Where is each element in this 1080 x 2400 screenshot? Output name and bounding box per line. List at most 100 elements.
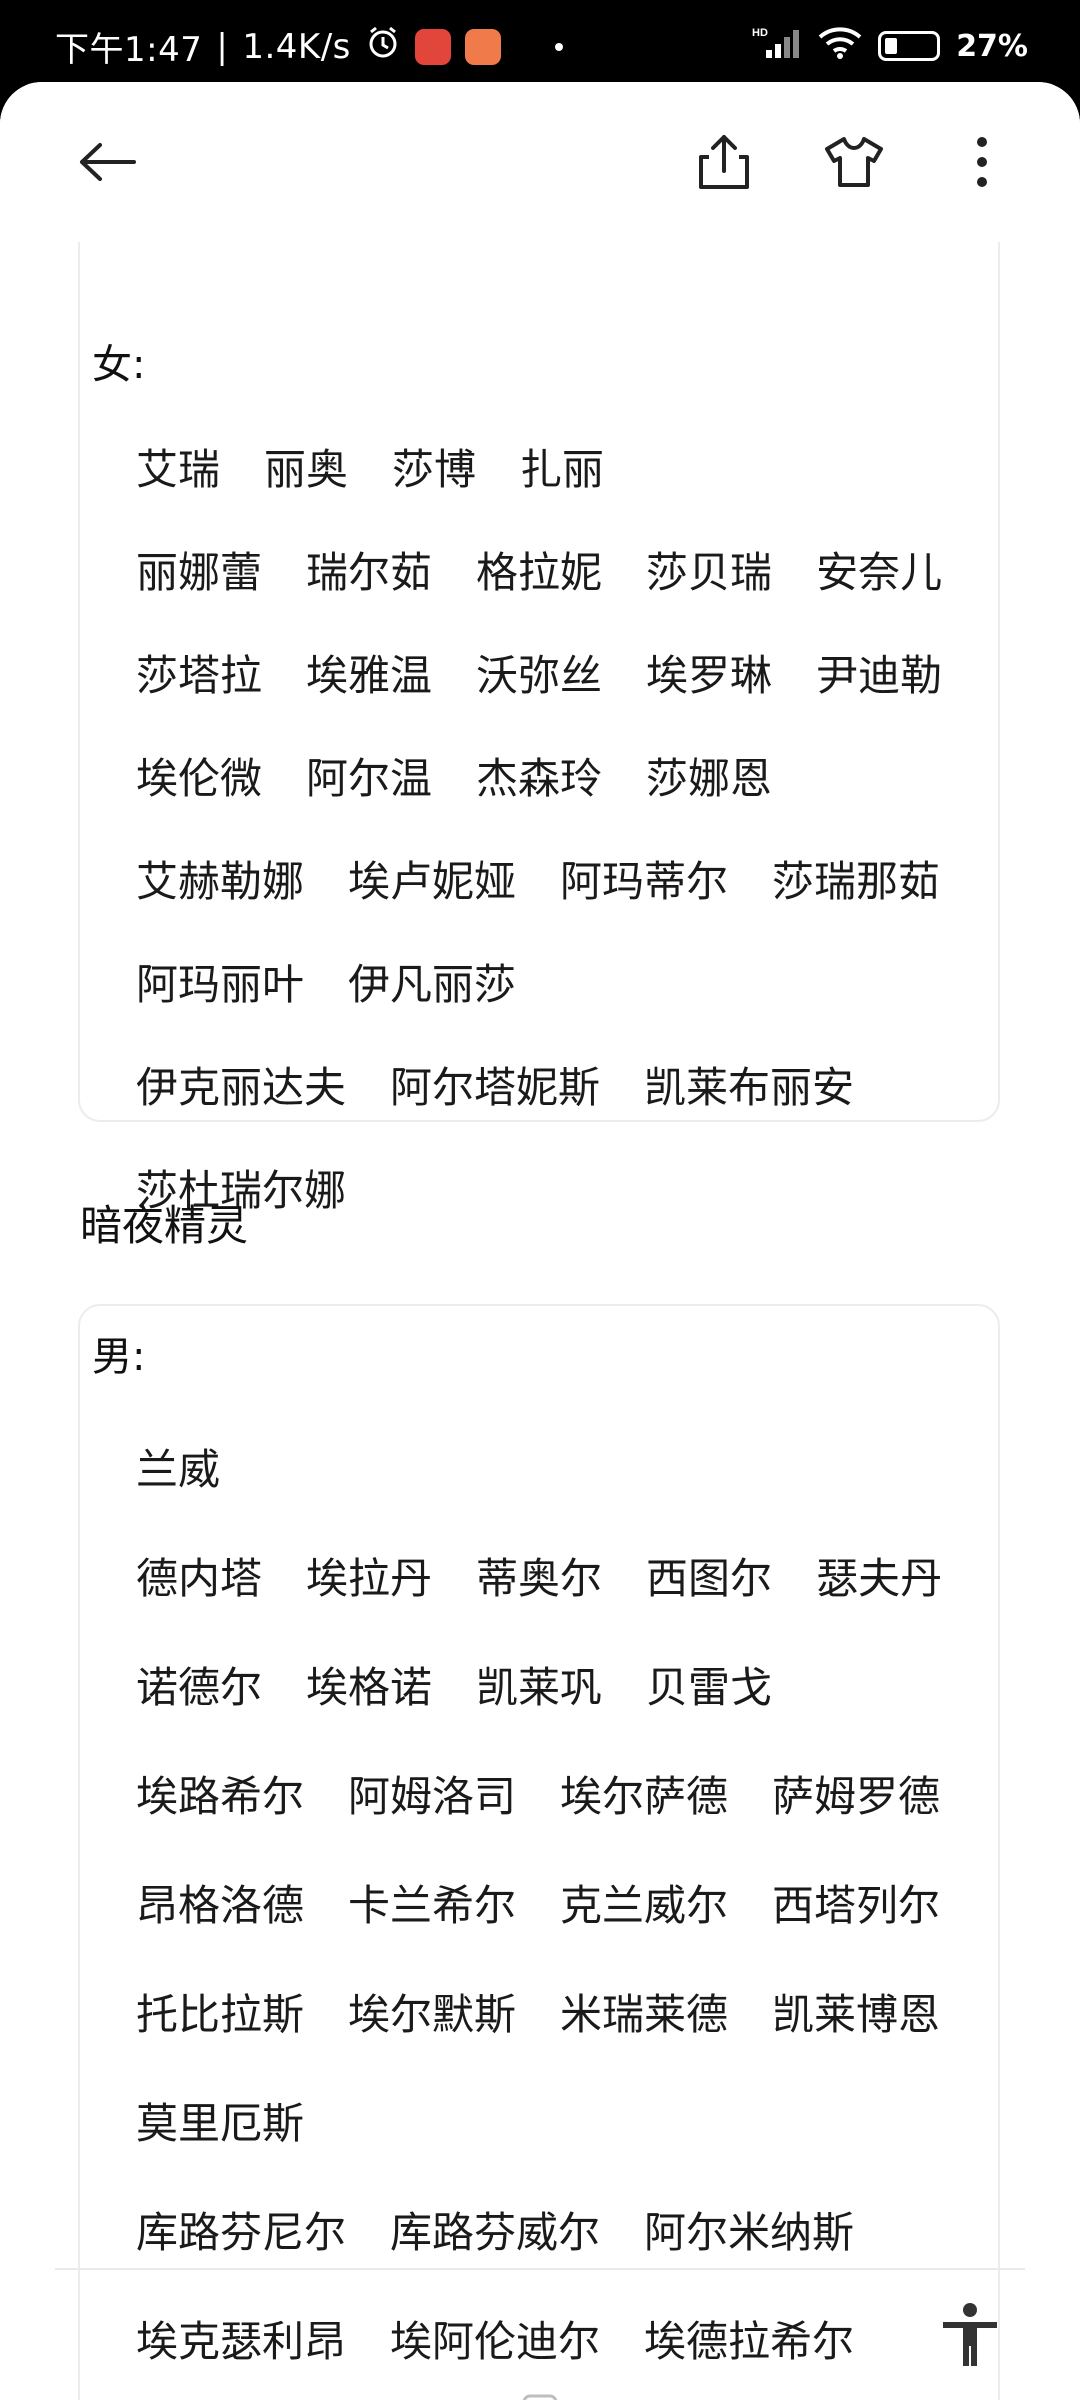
- svg-text:HD: HD: [752, 27, 768, 39]
- status-left: 下午1:47 | 1.4K/s: [55, 22, 563, 71]
- name-item: 埃尔萨德: [560, 1772, 729, 1821]
- male-names-card: 男: 兰威 德内塔 埃拉丹 蒂奥尔 西图尔 瑟夫丹 诺德尔 埃格诺 凯莱巩 贝雷戈 埃路希尔 阿姆洛司…: [78, 1304, 1000, 2400]
- female-label: 女:: [92, 342, 146, 388]
- name-item: 莎贝瑞: [646, 548, 773, 597]
- name-item: 库路芬尼尔: [136, 2208, 347, 2257]
- section-heading-dark-elf: 暗夜精灵: [80, 1201, 249, 1250]
- name-item: 埃罗琳: [646, 651, 773, 700]
- arrow-left-icon: [80, 143, 136, 181]
- name-item: 莎塔拉: [136, 651, 263, 700]
- name-item: 蒂奥尔: [476, 1554, 603, 1603]
- name-item: 莎娜恩: [646, 754, 773, 803]
- name-item: 兰威: [136, 1445, 221, 1494]
- name-item: 丽娜蕾: [136, 548, 263, 597]
- name-row: 阿玛丽叶 伊凡丽莎: [136, 951, 516, 1012]
- notification-dot-icon: [554, 42, 563, 51]
- name-item: 莫里厄斯: [136, 2099, 305, 2148]
- name-row: 埃路希尔 阿姆洛司 埃尔萨德 萨姆罗德: [136, 1763, 940, 1824]
- name-row: 莎塔拉 埃雅温 沃弥丝 埃罗琳 尹迪勒: [136, 642, 942, 703]
- name-row: 诺德尔 埃格诺 凯莱巩 贝雷戈: [136, 1654, 772, 1715]
- name-item: 沃弥丝: [476, 651, 603, 700]
- name-item: 埃克瑟利昂: [136, 2317, 347, 2366]
- shopping-app-icon: [464, 28, 501, 65]
- signal-icon: HD: [752, 24, 802, 68]
- name-item: 昂格洛德: [136, 1881, 305, 1930]
- name-item: 埃尔默斯: [348, 1990, 517, 2039]
- name-row: 托比拉斯 埃尔默斯 米瑞莱德 凯莱博恩: [136, 1981, 940, 2042]
- name-item: 伊克丽达夫: [136, 1063, 347, 1112]
- name-item: 莎博: [392, 445, 477, 494]
- status-divider: |: [216, 26, 229, 67]
- name-item: 瑟夫丹: [816, 1554, 943, 1603]
- name-item: 莎瑞那茹: [772, 857, 941, 906]
- name-item: 凯莱布丽安: [644, 1063, 855, 1112]
- status-right: HD 27%: [752, 24, 1028, 68]
- accessibility-icon[interactable]: [935, 2300, 1005, 2370]
- male-label: 男:: [92, 1334, 146, 1380]
- share-button[interactable]: [684, 122, 764, 202]
- name-item: 贝雷戈: [646, 1663, 773, 1712]
- name-item: 埃卢妮娅: [348, 857, 517, 906]
- name-item: 伊凡丽莎: [348, 960, 517, 1009]
- name-item: 克兰威尔: [560, 1881, 729, 1930]
- name-item: 凯莱巩: [476, 1663, 603, 1712]
- name-item: 杰森玲: [476, 754, 603, 803]
- name-item: 埃德拉希尔: [644, 2317, 855, 2366]
- name-row: 库路芬尼尔 库路芬威尔 阿尔米纳斯: [136, 2199, 854, 2260]
- alarm-icon: [365, 24, 401, 69]
- name-item: 阿尔米纳斯: [644, 2208, 855, 2257]
- more-options-button[interactable]: [942, 122, 1022, 202]
- name-item: 扎丽: [520, 445, 605, 494]
- bottom-divider: [55, 2268, 1025, 2270]
- name-row: 德内塔 埃拉丹 蒂奥尔 西图尔 瑟夫丹: [136, 1545, 942, 1606]
- theme-button[interactable]: [814, 122, 894, 202]
- name-item: 埃格诺: [306, 1663, 433, 1712]
- name-item: 埃阿伦迪尔: [390, 2317, 601, 2366]
- status-time: 下午1:47: [55, 30, 203, 70]
- status-bar: 下午1:47 | 1.4K/s HD 27%: [0, 0, 1080, 82]
- name-item: 库路芬威尔: [390, 2208, 601, 2257]
- name-item: 格拉妮: [476, 548, 603, 597]
- name-item: 阿尔塔妮斯: [390, 1063, 601, 1112]
- female-names-card: 女: 艾瑞 丽奥 莎博 扎丽 丽娜蕾 瑞尔茹 格拉妮 莎贝瑞 安奈儿 莎塔拉 埃雅温 沃弥丝 埃罗琳 尹迪…: [78, 212, 1000, 1215]
- name-item: 埃拉丹: [306, 1554, 433, 1603]
- name-item: 凯莱博恩: [772, 1990, 941, 2039]
- name-item: 埃路希尔: [136, 1772, 305, 1821]
- app-notification-icon: [414, 28, 451, 65]
- network-speed: 1.4K/s: [242, 26, 351, 67]
- tshirt-icon: [825, 137, 883, 187]
- name-row: 莫里厄斯: [136, 2090, 304, 2151]
- name-item: 尹迪勒: [816, 651, 943, 700]
- name-item: 托比拉斯: [136, 1990, 305, 2039]
- name-item: 瑞尔茹: [306, 548, 433, 597]
- name-item: 丽奥: [264, 445, 349, 494]
- wifi-icon: [818, 25, 862, 67]
- name-item: 萨姆罗德: [772, 1772, 941, 1821]
- battery-level-fill: [885, 38, 898, 54]
- more-vertical-icon: [977, 137, 987, 187]
- battery-icon: [878, 31, 941, 61]
- home-hint-icon: [522, 2394, 558, 2400]
- name-row: 艾赫勒娜 埃卢妮娅 阿玛蒂尔 莎瑞那茹: [136, 848, 940, 909]
- name-row: 艾瑞 丽奥 莎博 扎丽: [136, 436, 604, 497]
- name-row: 丽娜蕾 瑞尔茹 格拉妮 莎贝瑞 安奈儿: [136, 539, 942, 600]
- back-button[interactable]: [68, 122, 148, 202]
- name-item: 艾瑞: [136, 445, 221, 494]
- page: 女: 艾瑞 丽奥 莎博 扎丽 丽娜蕾 瑞尔茹 格拉妮 莎贝瑞 安奈儿 莎塔拉 埃雅温 沃弥丝 埃罗琳 尹迪…: [0, 82, 1080, 2400]
- top-toolbar: [0, 82, 1080, 242]
- name-row: 埃克瑟利昂 埃阿伦迪尔 埃德拉希尔: [136, 2308, 854, 2369]
- name-item: 西图尔: [646, 1554, 773, 1603]
- name-item: 埃伦微: [136, 754, 263, 803]
- name-item: 阿玛蒂尔: [560, 857, 729, 906]
- name-item: 西塔列尔: [772, 1881, 941, 1930]
- name-item: 阿玛丽叶: [136, 960, 305, 1009]
- name-item: 阿姆洛司: [348, 1772, 517, 1821]
- name-item: 埃雅温: [306, 651, 433, 700]
- name-item: 卡兰希尔: [348, 1881, 517, 1930]
- name-item: 米瑞莱德: [560, 1990, 729, 2039]
- name-item: 诺德尔: [136, 1663, 263, 1712]
- name-item: 安奈儿: [816, 548, 943, 597]
- battery-percent: 27%: [956, 28, 1028, 64]
- name-row: 兰威: [136, 1436, 220, 1497]
- name-row: 昂格洛德 卡兰希尔 克兰威尔 西塔列尔: [136, 1872, 940, 1933]
